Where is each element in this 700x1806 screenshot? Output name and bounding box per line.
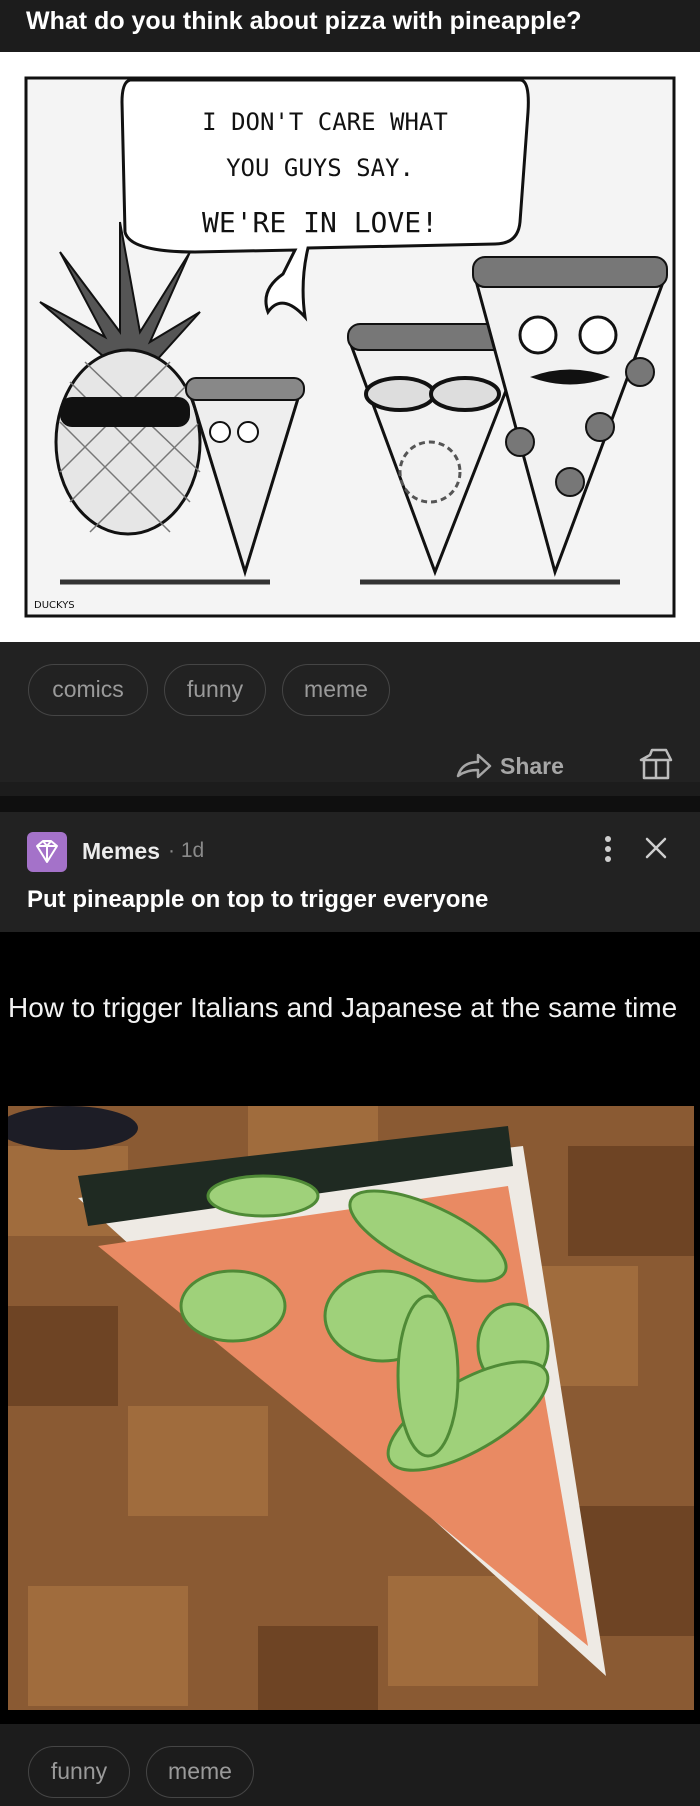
post-age: · 1d	[168, 839, 205, 862]
speech-line-2: YOU GUYS SAY.	[226, 154, 414, 182]
post-card-header[interactable]: Memes · 1d Put pineapple on top to trigg…	[0, 812, 700, 932]
post-title-bar: What do you think about pizza with pinea…	[0, 0, 700, 52]
share-label: Share	[500, 752, 564, 779]
meme-caption: How to trigger Italians and Japanese at …	[8, 992, 678, 1023]
tag-chip[interactable]: meme	[282, 664, 390, 716]
sushi-pizza-photo	[8, 1106, 694, 1710]
tag-chip[interactable]: comics	[28, 664, 148, 716]
subreddit-avatar[interactable]	[27, 832, 67, 872]
tag-chip[interactable]: meme	[146, 1746, 254, 1798]
tag-chip[interactable]: funny	[164, 664, 266, 716]
close-icon[interactable]	[644, 836, 668, 860]
action-row: Share	[0, 718, 700, 782]
subreddit-name[interactable]: Memes	[82, 838, 160, 865]
meme-image[interactable]: How to trigger Italians and Japanese at …	[0, 932, 700, 1724]
speech-line-1: I DON'T CARE WHAT	[202, 108, 448, 136]
comic-image[interactable]: I DON'T CARE WHAT YOU GUYS SAY. WE'RE IN…	[0, 52, 700, 642]
share-arrow-icon	[456, 753, 492, 779]
share-button[interactable]: Share	[456, 746, 564, 786]
kebab-menu-icon[interactable]	[602, 834, 614, 864]
award-icon[interactable]	[638, 746, 674, 782]
tag-chip[interactable]: funny	[28, 1746, 130, 1798]
speech-line-3: WE'RE IN LOVE!	[202, 206, 438, 239]
comic-illustration: I DON'T CARE WHAT YOU GUYS SAY. WE'RE IN…	[24, 76, 676, 618]
post-divider	[0, 796, 700, 812]
post-title[interactable]: Put pineapple on top to trigger everyone	[27, 886, 488, 914]
post-title[interactable]: What do you think about pizza with pinea…	[26, 7, 582, 36]
artist-signature: DUCKYS	[34, 600, 75, 611]
diamond-icon	[36, 840, 58, 863]
